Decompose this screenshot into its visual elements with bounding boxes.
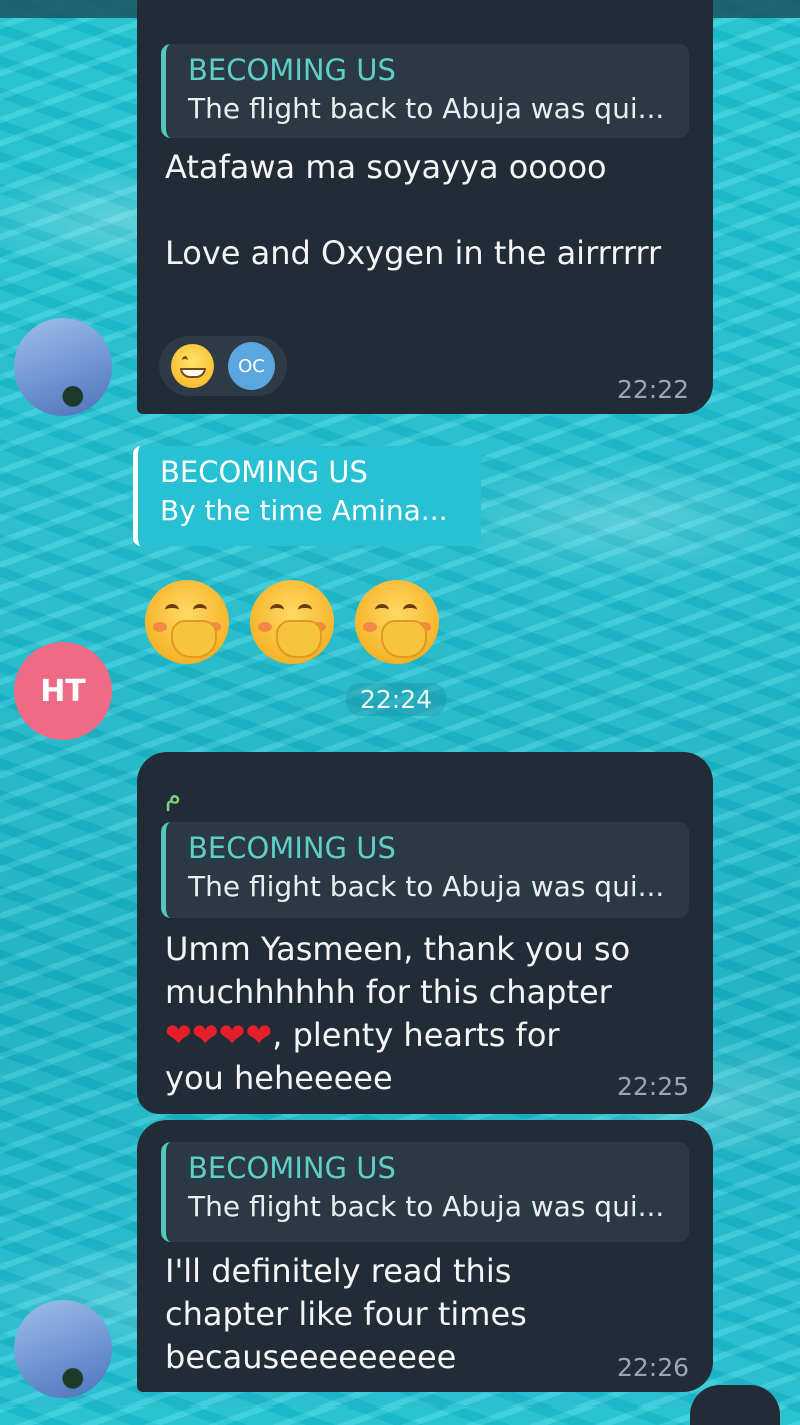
avatar[interactable] bbox=[14, 318, 112, 416]
avatar[interactable] bbox=[14, 1300, 112, 1398]
reply-preview[interactable]: BECOMING US By the time Amina... bbox=[133, 446, 481, 546]
face-with-hand-over-mouth-icon bbox=[250, 580, 334, 664]
reply-text: The flight back to Abuja was qui... bbox=[188, 1190, 665, 1223]
next-message-bubble-partial bbox=[690, 1385, 780, 1425]
message-bubble-3[interactable]: م BECOMING US The flight back to Abuja w… bbox=[137, 752, 713, 1114]
reply-text: By the time Amina... bbox=[160, 494, 448, 527]
reply-preview[interactable]: BECOMING US The flight back to Abuja was… bbox=[161, 822, 689, 918]
message-line: you heheeeee bbox=[165, 1059, 393, 1097]
grinning-face-icon bbox=[171, 344, 215, 388]
message-bubble-4[interactable]: BECOMING US The flight back to Abuja was… bbox=[137, 1120, 713, 1392]
reply-text: The flight back to Abuja was qui... bbox=[188, 92, 665, 125]
reply-title: BECOMING US bbox=[188, 1151, 396, 1185]
sender-mark: م bbox=[165, 782, 182, 812]
face-with-hand-over-mouth-icon bbox=[145, 580, 229, 664]
reply-text: The flight back to Abuja was qui... bbox=[188, 870, 665, 903]
message-bubble-1[interactable]: BECOMING US The flight back to Abuja was… bbox=[137, 0, 713, 414]
reaction-avatar: OC bbox=[228, 342, 275, 390]
message-line-end: , plenty hearts for bbox=[272, 1016, 560, 1054]
message-time: 22:25 bbox=[617, 1072, 690, 1101]
reply-preview[interactable]: BECOMING US The flight back to Abuja was… bbox=[161, 44, 689, 138]
message-time: 22:24 bbox=[346, 683, 447, 716]
message-line: ❤❤❤❤, plenty hearts for bbox=[165, 1014, 685, 1057]
message-text: Atafawa ma soyayya ooooo Love and Oxygen… bbox=[165, 148, 662, 272]
reply-title: BECOMING US bbox=[160, 455, 368, 489]
message-text: I'll definitely read this chapter like f… bbox=[165, 1252, 527, 1376]
reply-title: BECOMING US bbox=[188, 53, 396, 87]
message-time: 22:22 bbox=[617, 375, 690, 404]
message-line: muchhhhhh for this chapter bbox=[165, 973, 612, 1011]
reply-title: BECOMING US bbox=[188, 831, 396, 865]
message-line: Umm Yasmeen, thank you so bbox=[165, 930, 631, 968]
hearts-icon: ❤❤❤❤ bbox=[165, 1016, 273, 1054]
reactions-bar[interactable]: OC bbox=[159, 336, 287, 396]
avatar[interactable]: HT bbox=[14, 642, 112, 740]
message-text: Umm Yasmeen, thank you so muchhhhhh for … bbox=[165, 928, 685, 1100]
message-time: 22:26 bbox=[617, 1353, 690, 1382]
face-with-hand-over-mouth-icon bbox=[355, 580, 439, 664]
reply-preview[interactable]: BECOMING US The flight back to Abuja was… bbox=[161, 1142, 689, 1242]
